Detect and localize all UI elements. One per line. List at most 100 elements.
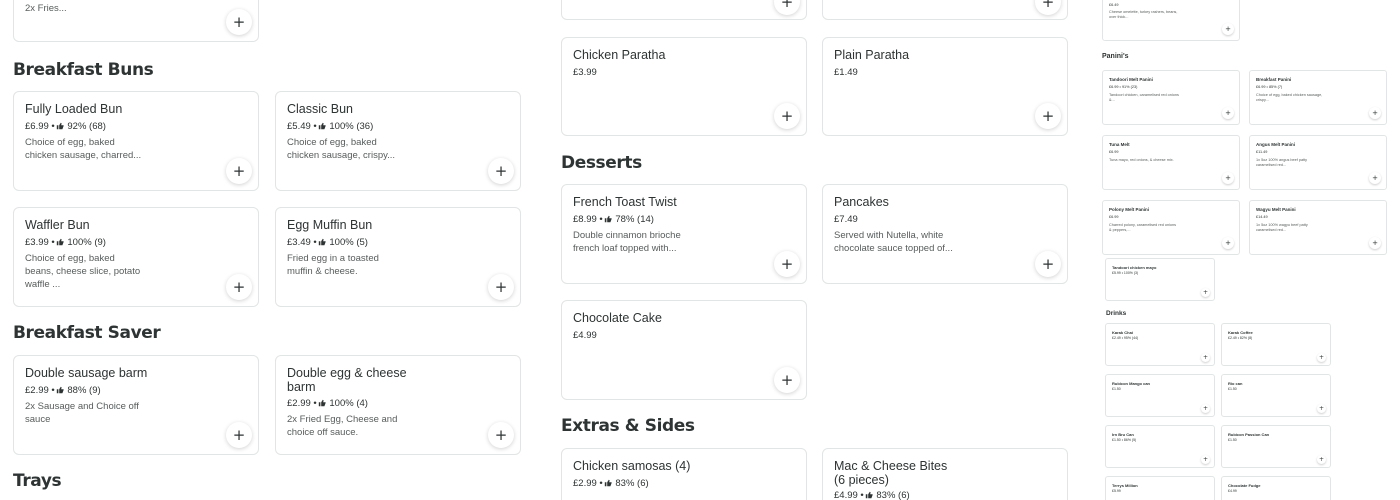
- thumbs-up-icon: [56, 238, 64, 246]
- item-name: Tandoori Melt Panini: [1109, 77, 1153, 82]
- menu-item-card[interactable]: Plain Paratha £1.49 +: [822, 37, 1068, 136]
- item-description: 2x Fries...: [25, 3, 67, 14]
- menu-item-card[interactable]: Waffler Bun £3.99 • 100% (9) Choice of e…: [13, 207, 259, 307]
- menu-item-card[interactable]: Irn Bru Can £1.50 • 86% (5) +: [1105, 425, 1215, 468]
- add-item-button[interactable]: +: [488, 158, 514, 184]
- add-item-button[interactable]: +: [1317, 404, 1326, 413]
- item-meta: £2.49 • 82% (8): [1228, 336, 1253, 340]
- menu-item-card[interactable]: +: [561, 0, 807, 20]
- item-meta: £2.99 • 83% (6): [573, 478, 649, 489]
- menu-item-card[interactable]: Polony Melt Panini £6.99 Charred polony,…: [1102, 200, 1240, 255]
- menu-item-card[interactable]: Tandoori Melt Panini £6.99 • 91% (23) Ta…: [1102, 70, 1240, 125]
- menu-item-card[interactable]: Double egg & cheese barm £2.99 • 100% (4…: [275, 355, 521, 455]
- add-item-button[interactable]: +: [1317, 455, 1326, 464]
- add-item-button[interactable]: +: [1201, 353, 1210, 362]
- add-item-button[interactable]: +: [1035, 251, 1061, 277]
- menu-item-card[interactable]: Rio can £1.50 +: [1221, 374, 1331, 417]
- add-item-button[interactable]: +: [774, 367, 800, 393]
- add-item-button[interactable]: +: [226, 9, 252, 35]
- menu-item-card[interactable]: Wagyu Melt Panini £14.49 1x 5oz 100% wag…: [1249, 200, 1387, 255]
- menu-item-card[interactable]: 2x Fries... +: [13, 0, 259, 42]
- section-title-breakfast-saver: Breakfast Saver: [13, 323, 161, 343]
- item-name: Karak Chai: [1112, 330, 1133, 335]
- add-item-button[interactable]: +: [1201, 455, 1210, 464]
- item-description: Fried egg in a toasted muffin & cheese.: [287, 253, 379, 277]
- add-item-button[interactable]: +: [1035, 103, 1061, 129]
- menu-item-card[interactable]: Mac & Cheese Bites (6 pieces) £4.99 • 83…: [822, 448, 1068, 500]
- menu-item-card[interactable]: Karak Chai £2.49 • 95% (44) +: [1105, 323, 1215, 366]
- item-meta: £14.49: [1256, 215, 1268, 219]
- item-rating-count: (6): [898, 490, 910, 500]
- add-item-button[interactable]: +: [774, 103, 800, 129]
- add-item-button[interactable]: +: [226, 422, 252, 448]
- add-item-button[interactable]: +: [226, 158, 252, 184]
- menu-item-card[interactable]: Classic Bun £5.49 • 100% (36) Choice of …: [275, 91, 521, 191]
- thumbs-up-icon: [318, 399, 326, 407]
- item-rating: 100%: [329, 121, 354, 132]
- add-item-button[interactable]: +: [1317, 353, 1326, 362]
- add-item-button[interactable]: +: [1369, 107, 1381, 119]
- add-item-button[interactable]: +: [1222, 107, 1234, 119]
- item-meta: £5.49 • 100% (36): [287, 121, 373, 132]
- menu-item-card[interactable]: Chocolate Fudge £4.99: [1221, 476, 1331, 500]
- add-item-button[interactable]: +: [226, 274, 252, 300]
- item-meta: £1.50: [1228, 438, 1237, 442]
- add-item-button[interactable]: +: [488, 422, 514, 448]
- menu-item-card[interactable]: Egg Muffin Bun £3.49 • 100% (5) Fried eg…: [275, 207, 521, 307]
- thumbs-up-icon: [56, 386, 64, 394]
- item-description: 2x Sausage and Choice off sauce: [25, 401, 139, 425]
- item-description: Choice of egg, baked beans, cheese slice…: [25, 253, 141, 290]
- item-meta: £6.99 • 85% (7): [1256, 85, 1283, 89]
- menu-item-card[interactable]: Fully Loaded Bun £6.99 • 92% (68) Choice…: [13, 91, 259, 191]
- menu-item-card[interactable]: Pancakes £7.49 Served with Nutella, whit…: [822, 184, 1068, 284]
- menu-item-card[interactable]: Double sausage barm £2.99 • 88% (9) 2x S…: [13, 355, 259, 455]
- menu-item-card[interactable]: Terrys Million £5.99: [1105, 476, 1215, 500]
- menu-item-card[interactable]: Chicken Paratha £3.99 +: [561, 37, 807, 136]
- item-meta: £4.99 • 83% (6): [834, 490, 910, 500]
- item-meta: £3.99 • 100% (9): [25, 237, 106, 248]
- item-name: French Toast Twist: [573, 195, 677, 209]
- item-name: Chicken samosas (4): [573, 459, 691, 473]
- menu-item-card[interactable]: £6.49 Cheese omelette, turkey rashers, b…: [1102, 0, 1240, 41]
- add-item-button[interactable]: +: [488, 274, 514, 300]
- item-price: £5.49: [287, 121, 311, 132]
- item-description: Served with Nutella, white chocolate sau…: [834, 230, 953, 254]
- add-item-button[interactable]: +: [1222, 172, 1234, 184]
- menu-item-card[interactable]: Angus Melt Panini £11.49 1x 5oz 100% ang…: [1249, 135, 1387, 190]
- item-price: £4.99: [573, 330, 597, 341]
- add-item-button[interactable]: +: [1369, 172, 1381, 184]
- menu-item-card[interactable]: Karak Coffee £2.49 • 82% (8) +: [1221, 323, 1331, 366]
- add-item-button[interactable]: +: [1201, 288, 1210, 297]
- item-description: Tandoori chicken, caramelised red onions…: [1109, 93, 1179, 102]
- menu-item-card[interactable]: Rubicon Mango can £1.50 +: [1105, 374, 1215, 417]
- item-rating: 88%: [67, 385, 87, 396]
- separator: •: [51, 121, 55, 132]
- menu-item-card[interactable]: Chicken samosas (4) £2.99 • 83% (6): [561, 448, 807, 500]
- item-rating-count: (36): [356, 121, 374, 132]
- add-item-button[interactable]: +: [774, 251, 800, 277]
- menu-item-card[interactable]: French Toast Twist £8.99 • 78% (14) Doub…: [561, 184, 807, 284]
- add-item-button[interactable]: +: [1369, 237, 1381, 249]
- add-item-button[interactable]: +: [774, 0, 800, 15]
- item-rating: 100%: [67, 237, 92, 248]
- item-meta: £4.99: [1228, 489, 1237, 493]
- menu-item-card[interactable]: Tuna Melt £6.99 Tuna mayo, red onions, &…: [1102, 135, 1240, 190]
- item-meta: £11.49: [1256, 150, 1268, 154]
- menu-item-card[interactable]: Rubicon Passion Can £1.50 +: [1221, 425, 1331, 468]
- item-meta: £6.99: [1109, 215, 1119, 219]
- item-price: £3.99: [573, 67, 597, 78]
- add-item-button[interactable]: +: [1035, 0, 1061, 15]
- item-rating-count: (9): [94, 237, 106, 248]
- add-item-button[interactable]: +: [1201, 404, 1210, 413]
- item-meta: £8.99 • 78% (14): [573, 214, 654, 225]
- add-item-button[interactable]: +: [1222, 23, 1234, 35]
- menu-item-card[interactable]: +: [822, 0, 1068, 20]
- item-rating: 78%: [615, 214, 635, 225]
- add-item-button[interactable]: +: [1222, 237, 1234, 249]
- item-description: 2x Fried Egg, Cheese and choice off sauc…: [287, 414, 398, 438]
- item-meta: £5.99: [1112, 489, 1121, 493]
- thumbs-up-icon: [318, 122, 326, 130]
- menu-item-card[interactable]: Tandoori chicken mayo £5.99 • 100% (3) +: [1105, 258, 1215, 301]
- menu-item-card[interactable]: Chocolate Cake £4.99 +: [561, 300, 807, 400]
- menu-item-card[interactable]: Breakfast Panini £6.99 • 85% (7) Choice …: [1249, 70, 1387, 125]
